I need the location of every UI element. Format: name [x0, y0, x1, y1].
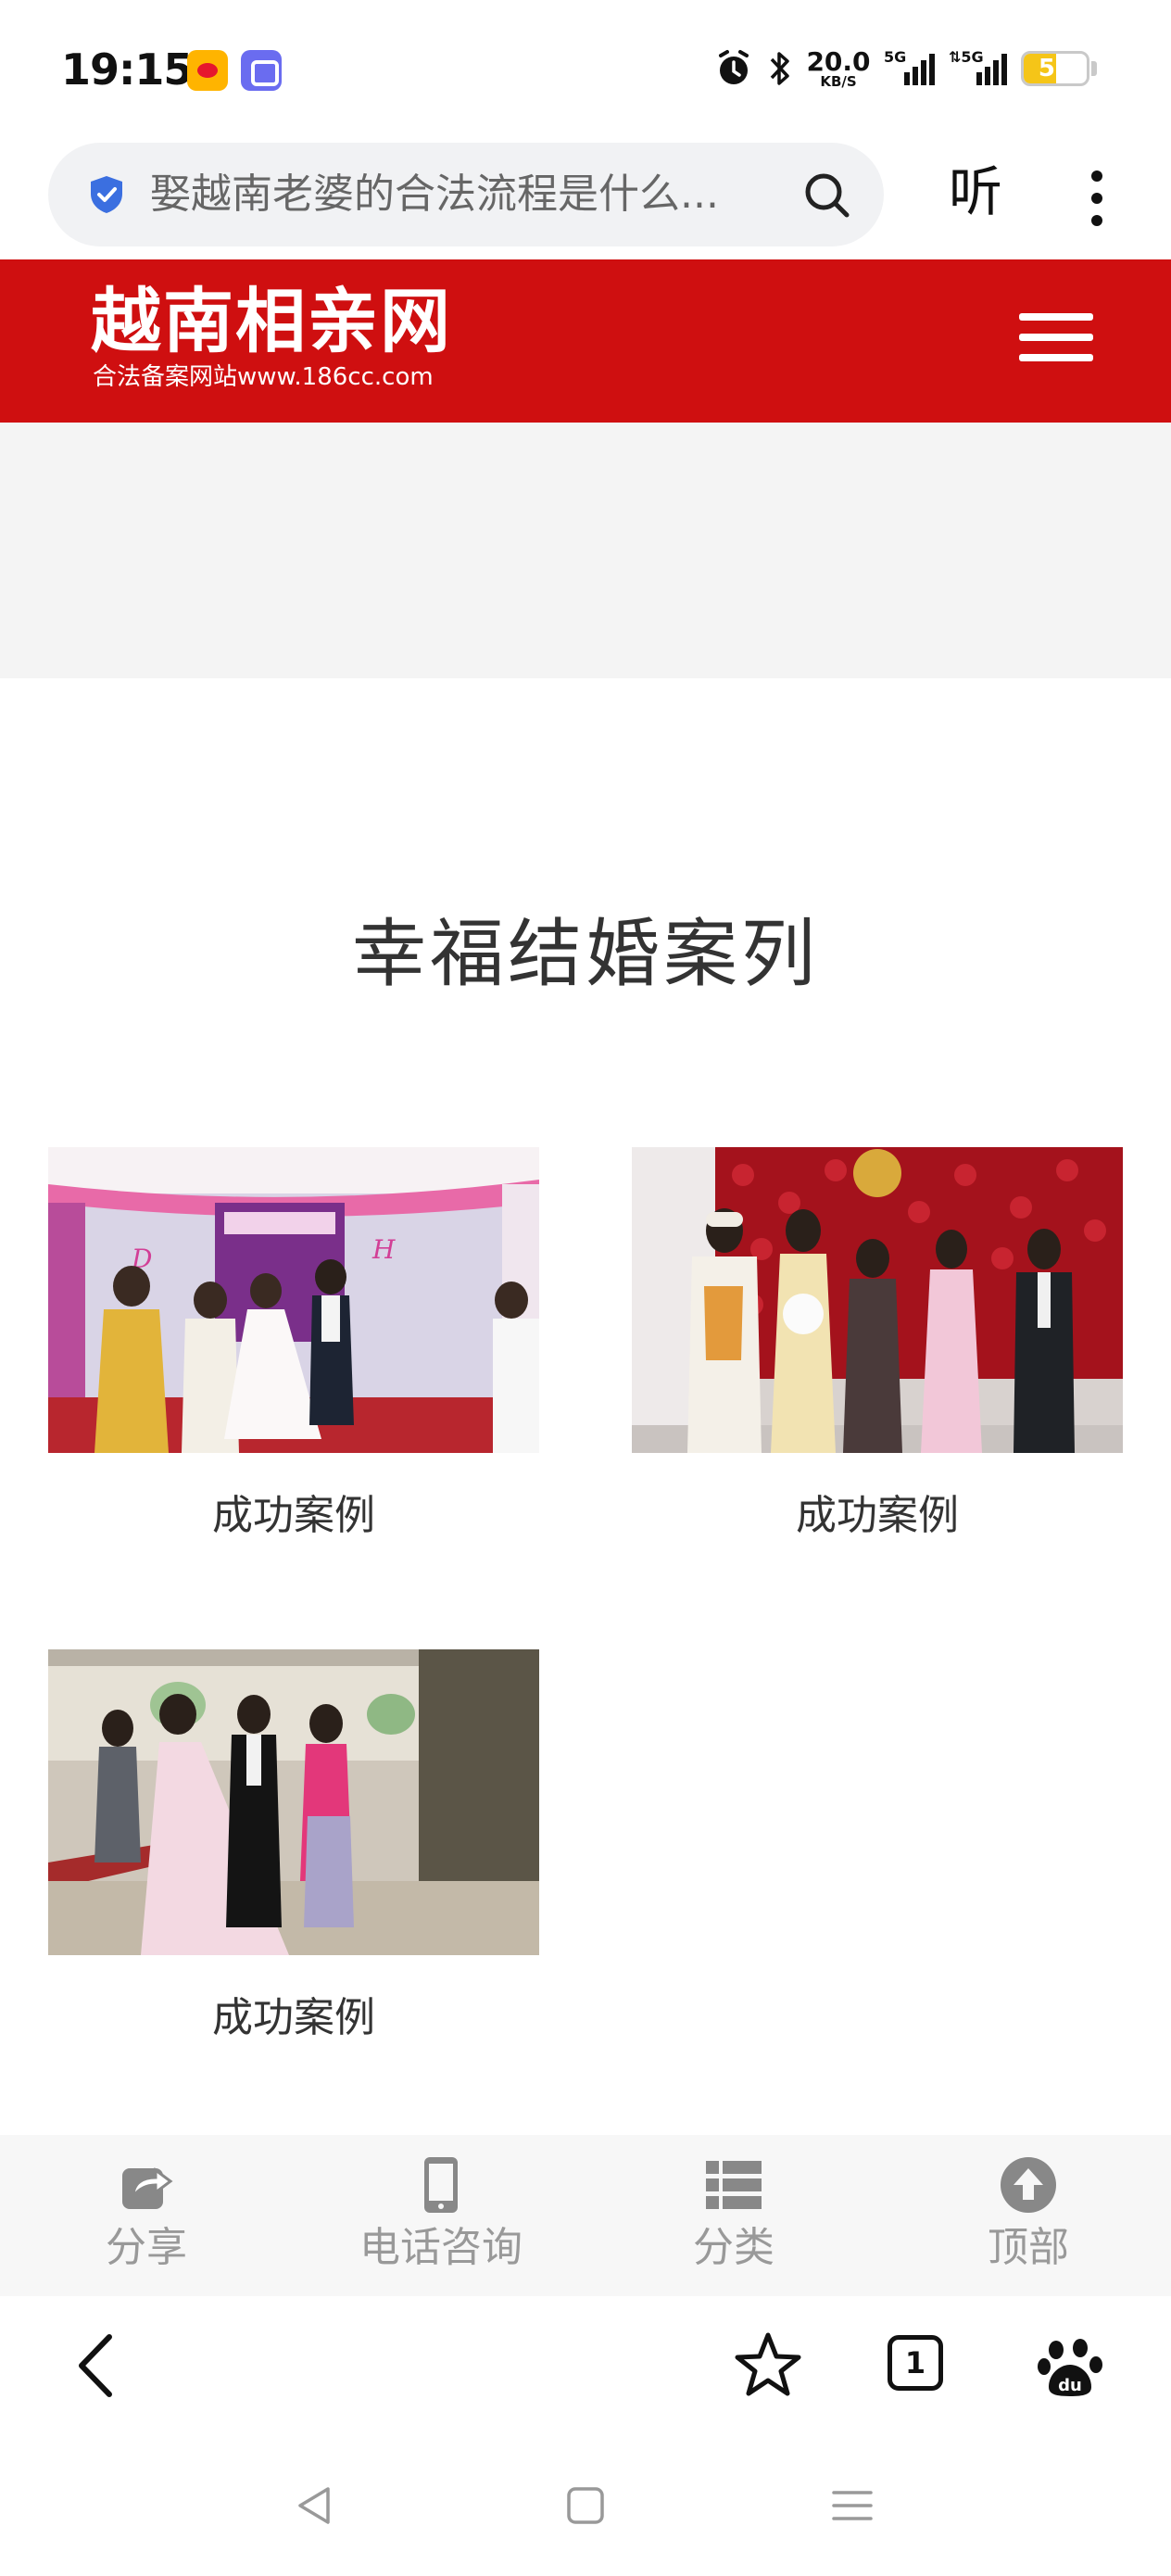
weibo-icon [187, 50, 228, 91]
share-icon [122, 2167, 173, 2209]
arrow-up-circle-icon [1001, 2157, 1056, 2213]
hamburger-menu-icon[interactable] [1019, 313, 1093, 369]
menu-line [1019, 354, 1093, 361]
system-home-icon[interactable] [558, 2478, 613, 2533]
search-query-text[interactable]: 娶越南老婆的合法流程是什么... [150, 170, 817, 219]
more-dot [1091, 215, 1102, 226]
battery-tip [1091, 61, 1097, 76]
status-indicators: 20.0 KB/S 5G ⇅5G 51 [713, 41, 1097, 96]
signal-bars-icon-2 [976, 54, 1007, 85]
system-nav-bar [0, 2435, 1171, 2576]
case-card[interactable]: 成功案例 [632, 1147, 1123, 1544]
site-header: 越南相亲网 合法备案网站www.186cc.com [0, 259, 1171, 423]
search-box[interactable]: 娶越南老婆的合法流程是什么... [48, 143, 884, 246]
site-logo-subtitle: 合法备案网站www.186cc.com [93, 363, 434, 391]
wedding-photo-image [48, 1649, 539, 1955]
list-icon [706, 2161, 762, 2209]
nav-phone-label: 电话咨询 [359, 2224, 523, 2271]
alarm-icon [719, 50, 749, 84]
site-bottom-nav: 分享 电话咨询 分类 顶部 [0, 2135, 1171, 2296]
phone-icon [424, 2157, 458, 2213]
nav-top[interactable]: 顶部 [917, 2155, 1140, 2276]
page: 19:15 20.0 KB/S 5G ⇅5G 51 娶越南老婆的合法流程是什么.… [0, 0, 1171, 2576]
system-recents-icon[interactable] [825, 2478, 880, 2533]
signal-5g-2: ⇅5G [949, 48, 1008, 89]
case-card[interactable]: 成功案例 [48, 1649, 539, 2046]
nav-phone[interactable]: 电话咨询 [330, 2155, 552, 2276]
tabs-button[interactable]: 1 [876, 2324, 960, 2407]
case-label[interactable]: 成功案例 [48, 1990, 539, 2046]
nav-top-label: 顶部 [988, 2224, 1069, 2271]
case-card[interactable]: D H 成功案例 [48, 1147, 539, 1544]
network-speed-unit: KB/S [820, 72, 857, 90]
case-photo[interactable] [632, 1147, 1123, 1453]
section-title: 幸福结婚案列 [352, 911, 819, 997]
svg-text:H: H [371, 1234, 396, 1265]
status-bar: 19:15 20.0 KB/S 5G ⇅5G 51 [0, 0, 1171, 139]
wedding-photo-image [632, 1147, 1123, 1453]
site-logo-title[interactable]: 越南相亲网 [91, 282, 452, 361]
listen-button[interactable]: 听 [949, 159, 1002, 224]
status-time: 19:15 [61, 44, 193, 95]
menu-line [1019, 334, 1093, 341]
battery-level: 51 [1038, 55, 1073, 82]
nav-category[interactable]: 分类 [623, 2155, 845, 2276]
more-dot [1091, 193, 1102, 204]
battery-indicator: 51 [1021, 51, 1089, 86]
nav-share-label: 分享 [106, 2224, 187, 2271]
case-photo[interactable]: D H [48, 1147, 539, 1453]
search-icon[interactable] [800, 169, 852, 221]
bluetooth-icon [770, 52, 789, 85]
network-speed-value: 20.0 [806, 45, 871, 77]
browser-bar: 娶越南老婆的合法流程是什么... 听 [0, 139, 1171, 258]
system-back-icon[interactable] [287, 2478, 343, 2533]
case-photo[interactable] [48, 1649, 539, 1955]
signal-bars-icon [904, 54, 935, 85]
bookmark-star-icon[interactable] [726, 2324, 810, 2407]
case-label[interactable]: 成功案例 [48, 1488, 539, 1544]
more-dot [1091, 170, 1102, 182]
network-speed: 20.0 KB/S [806, 45, 871, 90]
chat-icon [241, 50, 282, 91]
banner-placeholder [0, 423, 1171, 678]
wedding-photo-image: D H [48, 1147, 539, 1453]
nav-share[interactable]: 分享 [35, 2155, 258, 2276]
more-menu-icon[interactable] [1084, 163, 1110, 230]
back-icon[interactable] [57, 2324, 141, 2407]
case-label[interactable]: 成功案例 [632, 1488, 1123, 1544]
browser-toolbar: 1 du [0, 2296, 1171, 2435]
tab-count: 1 [888, 2335, 943, 2391]
nav-category-label: 分类 [693, 2224, 774, 2271]
shield-icon [91, 176, 122, 213]
signal-5g-1: 5G [884, 48, 936, 89]
menu-line [1019, 313, 1093, 321]
svg-text:du: du [1058, 2376, 1082, 2395]
baidu-paw-icon[interactable]: du [1028, 2324, 1112, 2407]
